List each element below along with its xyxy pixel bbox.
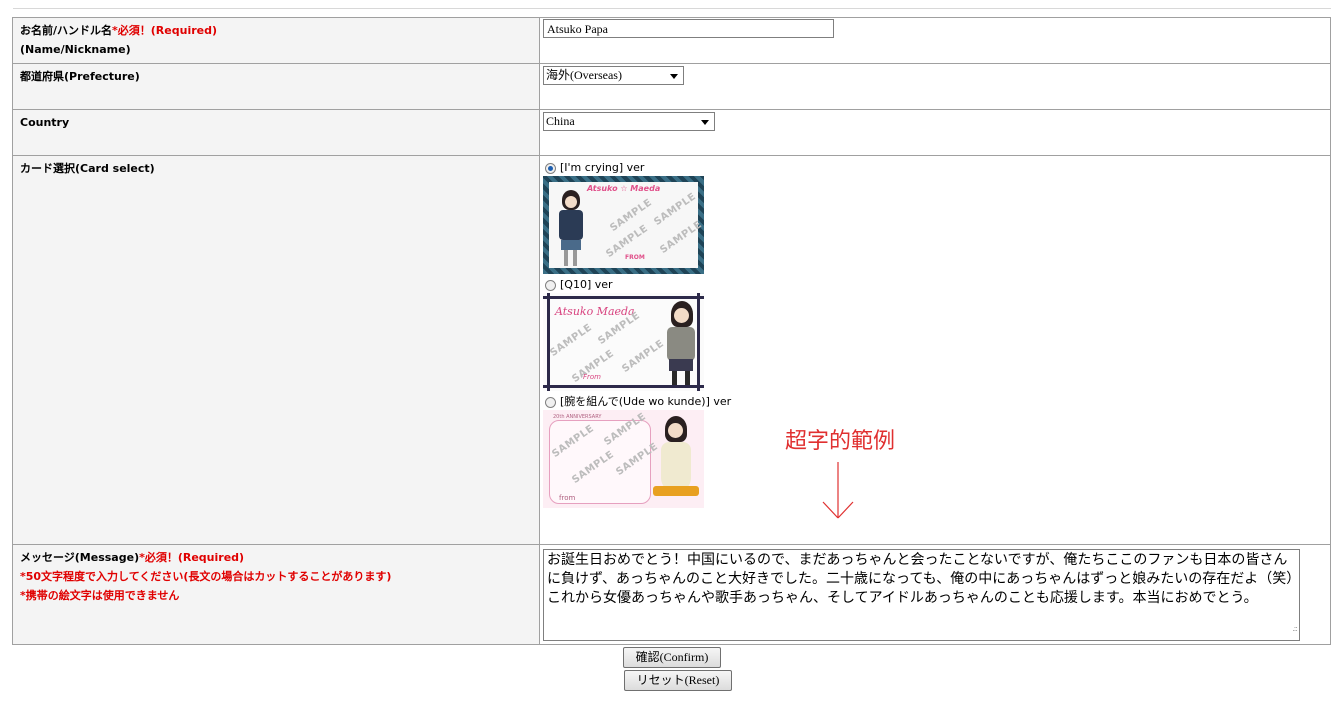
chevron-down-icon: [701, 120, 709, 125]
country-row: Country China: [12, 109, 1331, 156]
sample-watermark: SAMPLE: [548, 322, 595, 359]
card-option-1[interactable]: [I'm crying] ver: [543, 160, 1330, 176]
card2-from: From: [583, 373, 602, 381]
reset-button[interactable]: リセット(Reset): [624, 670, 732, 691]
message-note-length: *50文字程度で入力してください(長文の場合はカットすることがあります): [20, 570, 392, 583]
message-text: お誕生日おめでとう！中国にいるので、まだあっちゃんと会ったことないですが、俺たち…: [547, 552, 1294, 606]
card-option-1-label: [I'm crying] ver: [560, 161, 645, 174]
card1-from: FROM: [625, 254, 645, 261]
prefecture-select-value: 海外(Overseas): [546, 68, 622, 82]
prefecture-value-cell: 海外(Overseas): [539, 63, 1331, 110]
message-textarea[interactable]: お誕生日おめでとう！中国にいるので、まだあっちゃんと会ったことないですが、俺たち…: [543, 549, 1300, 641]
card-option-3[interactable]: [腕を組んで(Ude wo kunde)] ver: [543, 394, 1330, 410]
chevron-down-icon: [670, 74, 678, 79]
card-image-1[interactable]: Atsuko ☆ Maeda SAMPLE SAMPLE SAMPLE SAMP…: [543, 176, 704, 274]
card3-figure: [653, 416, 699, 504]
message-label-cell: メッセージ(Message)*必須！(Required) *50文字程度で入力し…: [12, 544, 540, 645]
country-select[interactable]: China: [543, 112, 715, 131]
resize-grip-icon[interactable]: .::: [1292, 619, 1298, 638]
annotation-label: 超字的範例: [785, 429, 896, 454]
name-label-cell: お名前/ハンドル名*必須！(Required) (Name/Nickname): [12, 17, 540, 64]
message-note-emoji: *携帯の絵文字は使用できません: [20, 589, 180, 602]
sample-watermark: SAMPLE: [620, 338, 667, 375]
card2-figure: [661, 301, 701, 387]
top-divider: [13, 8, 1331, 9]
name-row: お名前/ハンドル名*必須！(Required) (Name/Nickname) …: [12, 17, 1331, 64]
card-radio-1[interactable]: [545, 162, 556, 174]
prefecture-row: 都道府県(Prefecture) 海外(Overseas): [12, 63, 1331, 110]
card-option-2-label: [Q10] ver: [560, 278, 613, 291]
confirm-button[interactable]: 確認(Confirm): [623, 647, 721, 668]
card1-figure: [553, 190, 587, 268]
entry-form-table: お名前/ハンドル名*必須！(Required) (Name/Nickname) …: [12, 17, 1331, 645]
name-value-cell: Atsuko Papa: [539, 17, 1331, 64]
card-radio-3[interactable]: [545, 396, 556, 408]
message-label: メッセージ(Message): [20, 551, 140, 564]
prefecture-label-cell: 都道府県(Prefecture): [12, 63, 540, 110]
card-option-2[interactable]: [Q10] ver: [543, 277, 1330, 293]
country-label: Country: [20, 116, 70, 129]
name-label: お名前/ハンドル名: [20, 24, 113, 37]
card-label: カード選択(Card select): [20, 162, 155, 175]
message-row: メッセージ(Message)*必須！(Required) *50文字程度で入力し…: [12, 544, 1331, 645]
prefecture-select[interactable]: 海外(Overseas): [543, 66, 684, 85]
message-value-cell: お誕生日おめでとう！中国にいるので、まだあっちゃんと会ったことないですが、俺たち…: [539, 544, 1331, 645]
card-options-cell: [I'm crying] ver Atsuko ☆ Maeda SAMPLE S…: [539, 155, 1331, 545]
name-label-en: (Name/Nickname): [20, 43, 131, 56]
card-image-3[interactable]: 20th ANNIVERSARY SAMPLE SAMPLE SAMPLE SA…: [543, 410, 704, 508]
card-row: カード選択(Card select) [I'm crying] ver Atsu…: [12, 155, 1331, 545]
card-option-3-label: [腕を組んで(Ude wo kunde)] ver: [560, 395, 732, 408]
card-radio-2[interactable]: [545, 279, 556, 291]
message-required: *必須！(Required): [139, 551, 245, 564]
card3-from: from: [559, 494, 576, 502]
annotation-arrow-icon: [822, 462, 854, 519]
name-input[interactable]: Atsuko Papa: [543, 19, 834, 38]
card-image-2[interactable]: Atsuko Maeda SAMPLE SAMPLE SAMPLE SAMPLE…: [543, 293, 704, 391]
card1-title: Atsuko ☆ Maeda: [587, 184, 661, 193]
country-label-cell: Country: [12, 109, 540, 156]
prefecture-label: 都道府県(Prefecture): [20, 70, 140, 83]
country-value-cell: China: [539, 109, 1331, 156]
card2-title: Atsuko Maeda: [555, 305, 635, 318]
card-label-cell: カード選択(Card select): [12, 155, 540, 545]
name-required: *必須！(Required): [112, 24, 218, 37]
country-select-value: China: [546, 114, 575, 128]
